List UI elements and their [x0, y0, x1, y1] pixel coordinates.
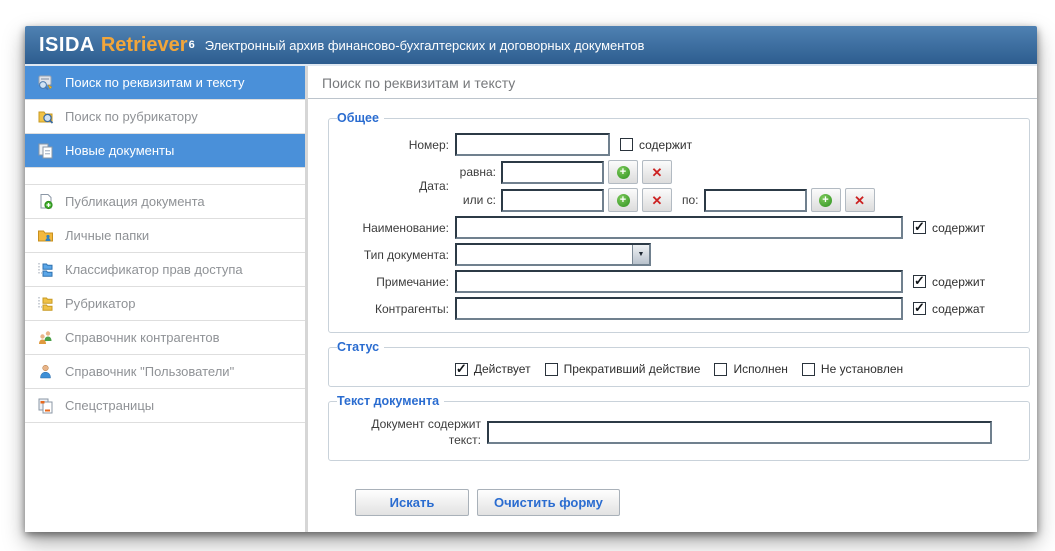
doctype-select[interactable]: ▼: [455, 243, 651, 266]
sidebar-item-label: Новые документы: [65, 143, 175, 158]
sidebar-item-label: Рубрикатор: [65, 296, 136, 311]
date-label: Дата:: [419, 179, 449, 193]
doctype-label: Тип документа:: [363, 247, 449, 262]
name-input[interactable]: [455, 216, 903, 239]
personal-folders-icon: [37, 227, 54, 244]
sidebar-item-users-directory[interactable]: Справочник "Пользователи": [25, 355, 305, 389]
sidebar-item-label: Спецстраницы: [65, 398, 155, 413]
section-document-text: Текст документа Документ содержит текст:: [328, 394, 1030, 462]
page-title: Поиск по реквизитам и тексту: [308, 66, 1037, 99]
name-contains-checkbox[interactable]: [913, 219, 926, 235]
sidebar-item-label: Публикация документа: [65, 194, 205, 209]
status-notset-checkbox[interactable]: [801, 362, 815, 376]
date-from-remove-button[interactable]: ✕: [642, 188, 672, 212]
date-to-input[interactable]: [703, 188, 807, 212]
app-header: ISIDA Retriever 6 Электронный архив фина…: [25, 26, 1037, 66]
remove-icon: ✕: [651, 192, 663, 208]
date-to-label: по:: [682, 193, 699, 207]
plus-icon: +: [616, 193, 630, 207]
sidebar: Поиск по реквизитам и тексту Поиск по ру…: [25, 66, 308, 532]
brand-retriever: Retriever: [100, 33, 188, 56]
status-active-label: Действует: [473, 362, 531, 376]
brand-version: 6: [188, 39, 195, 51]
date-to-remove-button[interactable]: ✕: [844, 188, 875, 212]
access-rights-icon: [37, 261, 54, 278]
contractors-label: Контрагенты:: [374, 301, 449, 316]
name-contains-label: содержит: [932, 220, 986, 235]
sidebar-item-label: Справочник контрагентов: [65, 330, 220, 345]
section-status-legend: Статус: [337, 340, 380, 354]
date-equals-remove-button[interactable]: ✕: [642, 160, 672, 184]
sidebar-item-label: Личные папки: [65, 228, 150, 243]
sidebar-item-contractors-directory[interactable]: Справочник контрагентов: [25, 321, 305, 355]
note-contains-checkbox[interactable]: [913, 273, 926, 289]
section-general: Общее Номер: содержит Дата: равна: + ✕ и…: [328, 111, 1030, 333]
note-input[interactable]: [455, 270, 903, 293]
sidebar-item-label: Поиск по рубрикатору: [65, 109, 198, 124]
contractors-contains-checkbox[interactable]: [913, 300, 926, 316]
sidebar-item-search-by-requisites[interactable]: Поиск по реквизитам и тексту: [25, 66, 305, 100]
date-from-add-button[interactable]: +: [608, 188, 638, 212]
sidebar-item-rubricator[interactable]: Рубрикатор: [25, 287, 305, 321]
date-from-input[interactable]: [501, 188, 604, 212]
publish-document-icon: [37, 193, 54, 210]
sidebar-item-new-documents[interactable]: Новые документы: [25, 134, 305, 168]
sidebar-item-label: Поиск по реквизитам и тексту: [65, 75, 245, 90]
date-to-add-button[interactable]: +: [810, 188, 841, 212]
section-status: Статус Действует Прекративший действие: [328, 340, 1030, 387]
status-executed-label: Исполнен: [733, 362, 788, 376]
remove-icon: ✕: [651, 164, 663, 180]
status-executed-checkbox[interactable]: [714, 362, 728, 376]
special-pages-icon: [37, 397, 54, 414]
note-contains-label: содержит: [932, 274, 986, 289]
status-terminated-checkbox[interactable]: [544, 362, 558, 376]
users-icon: [37, 363, 54, 380]
plus-icon: +: [819, 193, 833, 207]
name-label: Наименование:: [362, 220, 449, 235]
number-contains-checkbox[interactable]: [620, 138, 633, 151]
clear-form-button[interactable]: Очистить форму: [477, 489, 620, 517]
document-text-label: Документ содержит текст:: [371, 417, 481, 448]
sidebar-item-label: Справочник "Пользователи": [65, 364, 235, 379]
new-documents-icon: [37, 142, 54, 159]
section-general-legend: Общее: [337, 111, 379, 125]
sidebar-spacer: [25, 168, 305, 185]
app-window: ISIDA Retriever 6 Электронный архив фина…: [25, 26, 1037, 532]
sidebar-item-label: Классификатор прав доступа: [65, 262, 243, 277]
section-document-text-legend: Текст документа: [337, 394, 440, 408]
sidebar-item-search-by-rubricator[interactable]: Поиск по рубрикатору: [25, 100, 305, 134]
search-rubricator-icon: [37, 108, 54, 125]
search-button[interactable]: Искать: [355, 489, 469, 517]
sidebar-item-publish-document[interactable]: Публикация документа: [25, 185, 305, 219]
number-input[interactable]: [455, 133, 610, 156]
note-label: Примечание:: [376, 274, 449, 289]
brand-isida: ISIDA: [39, 33, 95, 56]
contractors-icon: [37, 329, 54, 346]
date-equals-input[interactable]: [501, 160, 604, 184]
sidebar-item-special-pages[interactable]: Спецстраницы: [25, 389, 305, 423]
search-text-icon: [37, 74, 54, 91]
sidebar-item-access-classifier[interactable]: Классификатор прав доступа: [25, 253, 305, 287]
remove-icon: ✕: [854, 192, 865, 208]
sidebar-item-personal-folders[interactable]: Личные папки: [25, 219, 305, 253]
date-from-label: или с:: [462, 193, 496, 207]
plus-icon: +: [616, 165, 630, 179]
contractors-contains-label: содержат: [932, 301, 985, 316]
document-text-input[interactable]: [487, 420, 992, 444]
contractors-input[interactable]: [455, 297, 903, 320]
date-equals-add-button[interactable]: +: [608, 160, 638, 184]
date-equals-label: равна:: [459, 165, 496, 179]
number-contains-label: содержит: [639, 137, 693, 152]
status-notset-label: Не установлен: [820, 362, 904, 376]
status-terminated-label: Прекративший действие: [563, 362, 701, 376]
status-active-checkbox[interactable]: [454, 361, 468, 377]
number-label: Номер:: [408, 137, 449, 152]
app-subtitle: Электронный архив финансово-бухгалтерски…: [204, 37, 645, 53]
chevron-down-icon[interactable]: ▼: [632, 245, 649, 264]
main-panel: Поиск по реквизитам и тексту Общее Номер…: [308, 66, 1037, 532]
rubricator-icon: [37, 295, 54, 312]
